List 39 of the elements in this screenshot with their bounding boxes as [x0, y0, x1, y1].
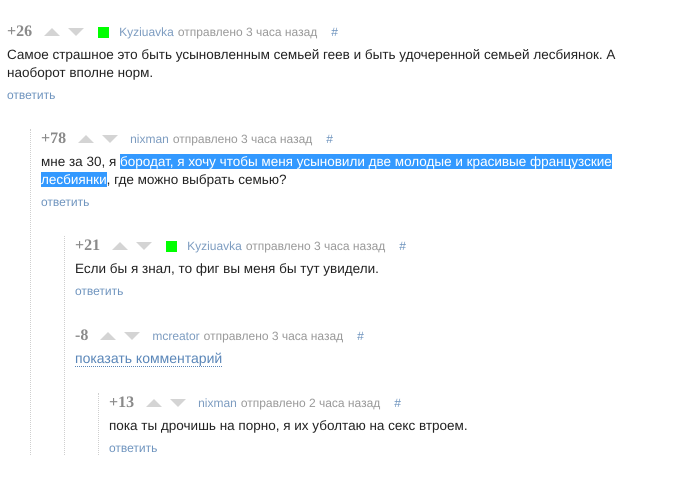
- rating: +21: [75, 237, 100, 255]
- permalink[interactable]: #: [394, 396, 401, 410]
- comment-time: отправлено 3 часа назад: [204, 329, 344, 343]
- comment-time: отправлено 2 часа назад: [240, 396, 380, 410]
- author-link[interactable]: Kyziuavka: [119, 25, 174, 39]
- comment-time: отправлено 3 часа назад: [172, 132, 312, 146]
- author-link[interactable]: Kyziuavka: [187, 239, 242, 253]
- author-link[interactable]: nixman: [198, 396, 237, 410]
- upvote-icon[interactable]: [110, 241, 130, 251]
- comment-text: мне за 30, я бородат, я хочу чтобы меня усыновили две молодые и красивые французские лесбиянки, где можно выбрать семью?: [41, 153, 613, 189]
- permalink[interactable]: #: [331, 25, 338, 39]
- permalink[interactable]: #: [357, 329, 364, 343]
- rating: -8: [75, 327, 88, 345]
- reply-link[interactable]: ответить: [7, 88, 56, 102]
- comment-text: пока ты дрочишь на порно, я их уболтаю на секс втроем.: [109, 417, 469, 435]
- permalink[interactable]: #: [326, 132, 333, 146]
- rating: +13: [109, 394, 134, 412]
- author-link[interactable]: mcreator: [152, 329, 200, 343]
- downvote-icon[interactable]: [168, 398, 188, 408]
- rating: +26: [7, 23, 32, 41]
- reply-link[interactable]: ответить: [41, 195, 90, 209]
- upvote-icon[interactable]: [98, 331, 118, 341]
- comment-time: отправлено 3 часа назад: [246, 239, 386, 253]
- upvote-icon[interactable]: [76, 134, 96, 144]
- reply-link[interactable]: ответить: [75, 284, 124, 298]
- rating: +78: [41, 130, 66, 148]
- upvote-icon[interactable]: [144, 398, 164, 408]
- upvote-icon[interactable]: [42, 27, 62, 37]
- downvote-icon[interactable]: [100, 134, 120, 144]
- comment-text: Если бы я знал, то фиг вы меня бы тут увидели.: [75, 260, 380, 278]
- show-comment-link[interactable]: показать комментарий: [75, 350, 222, 367]
- permalink[interactable]: #: [399, 239, 406, 253]
- comment-text: Самое страшное это быть усыновленным семьей геев и быть удочеренной семьей лесбиянок. А наоборот вполне норм.: [7, 46, 616, 82]
- comment-time: отправлено 3 часа назад: [178, 25, 318, 39]
- downvote-icon[interactable]: [134, 241, 154, 251]
- downvote-icon[interactable]: [66, 27, 86, 37]
- downvote-icon[interactable]: [122, 331, 142, 341]
- reply-link[interactable]: ответить: [109, 441, 158, 455]
- author-link[interactable]: nixman: [130, 132, 169, 146]
